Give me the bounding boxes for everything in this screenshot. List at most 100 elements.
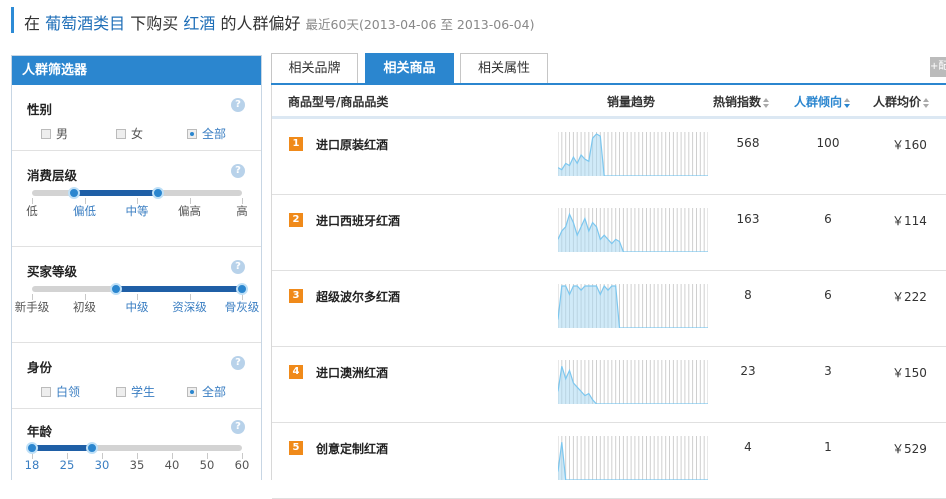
- title-keyword[interactable]: 红酒: [183, 14, 215, 33]
- age-max-handle[interactable]: [86, 442, 99, 454]
- sort-icon: [923, 97, 930, 108]
- gender-option-label[interactable]: 全部: [202, 125, 226, 142]
- product-name[interactable]: 进口原装红酒: [316, 136, 388, 153]
- hot-index: 568: [736, 136, 760, 150]
- age-min-handle[interactable]: [26, 442, 38, 454]
- buyer-level-tick-label[interactable]: 骨灰级: [217, 299, 267, 315]
- col-header-hot-label: 热销指数: [713, 95, 762, 109]
- table-row[interactable]: 5 创意定制红酒 4 1 ￥529: [272, 423, 946, 499]
- consumption-fill: [74, 190, 158, 196]
- consumption-label: 消费层级: [27, 168, 78, 183]
- rank-badge: 1: [289, 137, 303, 151]
- age-label: 年龄: [27, 424, 53, 439]
- add-button[interactable]: +配: [930, 57, 946, 77]
- crowd-avg-price: ￥222: [892, 290, 927, 304]
- help-icon[interactable]: ?: [231, 164, 245, 178]
- crowd-tendency: 6: [824, 288, 832, 302]
- buyer-level-max-handle[interactable]: [236, 283, 248, 295]
- table-row[interactable]: 3 超级波尔多红酒 8 6 ￥222: [272, 271, 946, 347]
- crowd-tendency: 100: [816, 136, 840, 150]
- consumption-tick-label[interactable]: 中等: [112, 203, 162, 219]
- gender-option-label[interactable]: 男: [56, 125, 68, 142]
- buyer-level-tick-label[interactable]: 资深级: [165, 299, 215, 315]
- title-prefix: 在: [24, 14, 41, 33]
- title-suffix: 的人群偏好: [220, 14, 301, 33]
- consumption-tick-label[interactable]: 偏高: [165, 203, 215, 219]
- rank-badge: 4: [289, 365, 303, 379]
- sparkline-area: [558, 286, 708, 328]
- gender-section: 性别 ? 男 女 全部: [12, 85, 261, 151]
- hot-index: 163: [736, 212, 760, 226]
- sales-trend-sparkline: [557, 360, 709, 405]
- age-tick-label[interactable]: 60: [217, 458, 267, 472]
- col-header-hot[interactable]: 热销指数: [713, 93, 770, 110]
- sales-trend-sparkline: [557, 132, 709, 177]
- table-row[interactable]: 4 进口澳洲红酒 23 3 ￥150: [272, 347, 946, 423]
- help-icon[interactable]: ?: [231, 98, 245, 112]
- sort-desc-icon: [844, 97, 851, 108]
- buyer-level-min-handle[interactable]: [110, 283, 122, 295]
- consumption-max-handle[interactable]: [152, 187, 164, 199]
- consumption-min-handle[interactable]: [68, 187, 80, 199]
- col-header-name: 商品型号/商品品类: [288, 95, 389, 109]
- identity-label: 身份: [27, 360, 53, 375]
- product-name[interactable]: 创意定制红酒: [316, 440, 388, 457]
- col-header-tendency[interactable]: 人群倾向: [794, 93, 851, 110]
- help-icon[interactable]: ?: [231, 356, 245, 370]
- table-row[interactable]: 1 进口原装红酒 568 100 ￥160: [272, 119, 946, 195]
- header-accent-bar: [11, 7, 14, 33]
- identity-option-label[interactable]: 全部: [202, 383, 226, 400]
- gender-checkbox-2[interactable]: [187, 129, 197, 139]
- identity-checkbox-1[interactable]: [116, 387, 126, 397]
- sparkline-area: [558, 214, 708, 252]
- product-name[interactable]: 超级波尔多红酒: [316, 288, 400, 305]
- table-row[interactable]: 2 进口西班牙红酒 163 6 ￥114: [272, 195, 946, 271]
- filter-panel-title: 人群筛选器: [12, 56, 261, 85]
- sparkline-area: [558, 442, 708, 480]
- buyer-level-fill: [116, 286, 242, 292]
- consumption-tick-label[interactable]: 低: [7, 203, 57, 219]
- crowd-avg-price: ￥114: [892, 214, 927, 228]
- page-title: 在 葡萄酒类目 下购买 红酒 的人群偏好 最近60天(2013-04-06 至 …: [24, 10, 534, 34]
- rank-badge: 3: [289, 289, 303, 303]
- buyer-level-tick-label[interactable]: 新手级: [7, 299, 57, 315]
- gender-checkbox-0[interactable]: [41, 129, 51, 139]
- crowd-tendency: 3: [824, 364, 832, 378]
- rank-badge: 2: [289, 213, 303, 227]
- consumption-tick-label[interactable]: 高: [217, 203, 267, 219]
- identity-option-label[interactable]: 学生: [131, 383, 155, 400]
- buyer-level-tick-label[interactable]: 中级: [112, 299, 162, 315]
- sparkline-svg: [557, 284, 709, 329]
- identity-checkbox-0[interactable]: [41, 387, 51, 397]
- age-fill: [32, 445, 93, 451]
- tab-related-attributes[interactable]: 相关属性: [460, 53, 548, 83]
- buyer-level-tick-label[interactable]: 初级: [60, 299, 110, 315]
- hot-index: 23: [740, 364, 756, 378]
- hot-index: 4: [744, 440, 752, 454]
- tab-related-products[interactable]: 相关商品: [365, 53, 454, 83]
- gender-checkbox-1[interactable]: [116, 129, 126, 139]
- identity-checkbox-2[interactable]: [187, 387, 197, 397]
- tab-related-brands[interactable]: 相关品牌: [271, 53, 358, 83]
- date-range: 最近60天(2013-04-06 至 2013-06-04): [305, 17, 535, 32]
- crowd-avg-price: ￥150: [892, 366, 927, 380]
- col-header-trend: 销量趋势: [607, 95, 656, 109]
- identity-option-label[interactable]: 白领: [56, 383, 80, 400]
- product-name[interactable]: 进口西班牙红酒: [316, 212, 400, 229]
- gender-option-label[interactable]: 女: [131, 125, 143, 142]
- consumption-tick-label[interactable]: 偏低: [60, 203, 110, 219]
- col-header-price[interactable]: 人群均价: [873, 93, 930, 110]
- crowd-tendency: 6: [824, 212, 832, 226]
- crowd-avg-price: ￥529: [892, 442, 927, 456]
- sparkline-svg: [557, 208, 709, 253]
- rank-badge: 5: [289, 441, 303, 455]
- sales-trend-sparkline: [557, 208, 709, 253]
- sparkline-svg: [557, 132, 709, 177]
- buyer-level-label: 买家等级: [27, 264, 78, 279]
- title-middle: 下购买: [130, 14, 179, 33]
- sparkline-line: [557, 442, 708, 481]
- title-category[interactable]: 葡萄酒类目: [45, 14, 125, 33]
- help-icon[interactable]: ?: [231, 260, 245, 274]
- help-icon[interactable]: ?: [231, 420, 245, 434]
- product-name[interactable]: 进口澳洲红酒: [316, 364, 388, 381]
